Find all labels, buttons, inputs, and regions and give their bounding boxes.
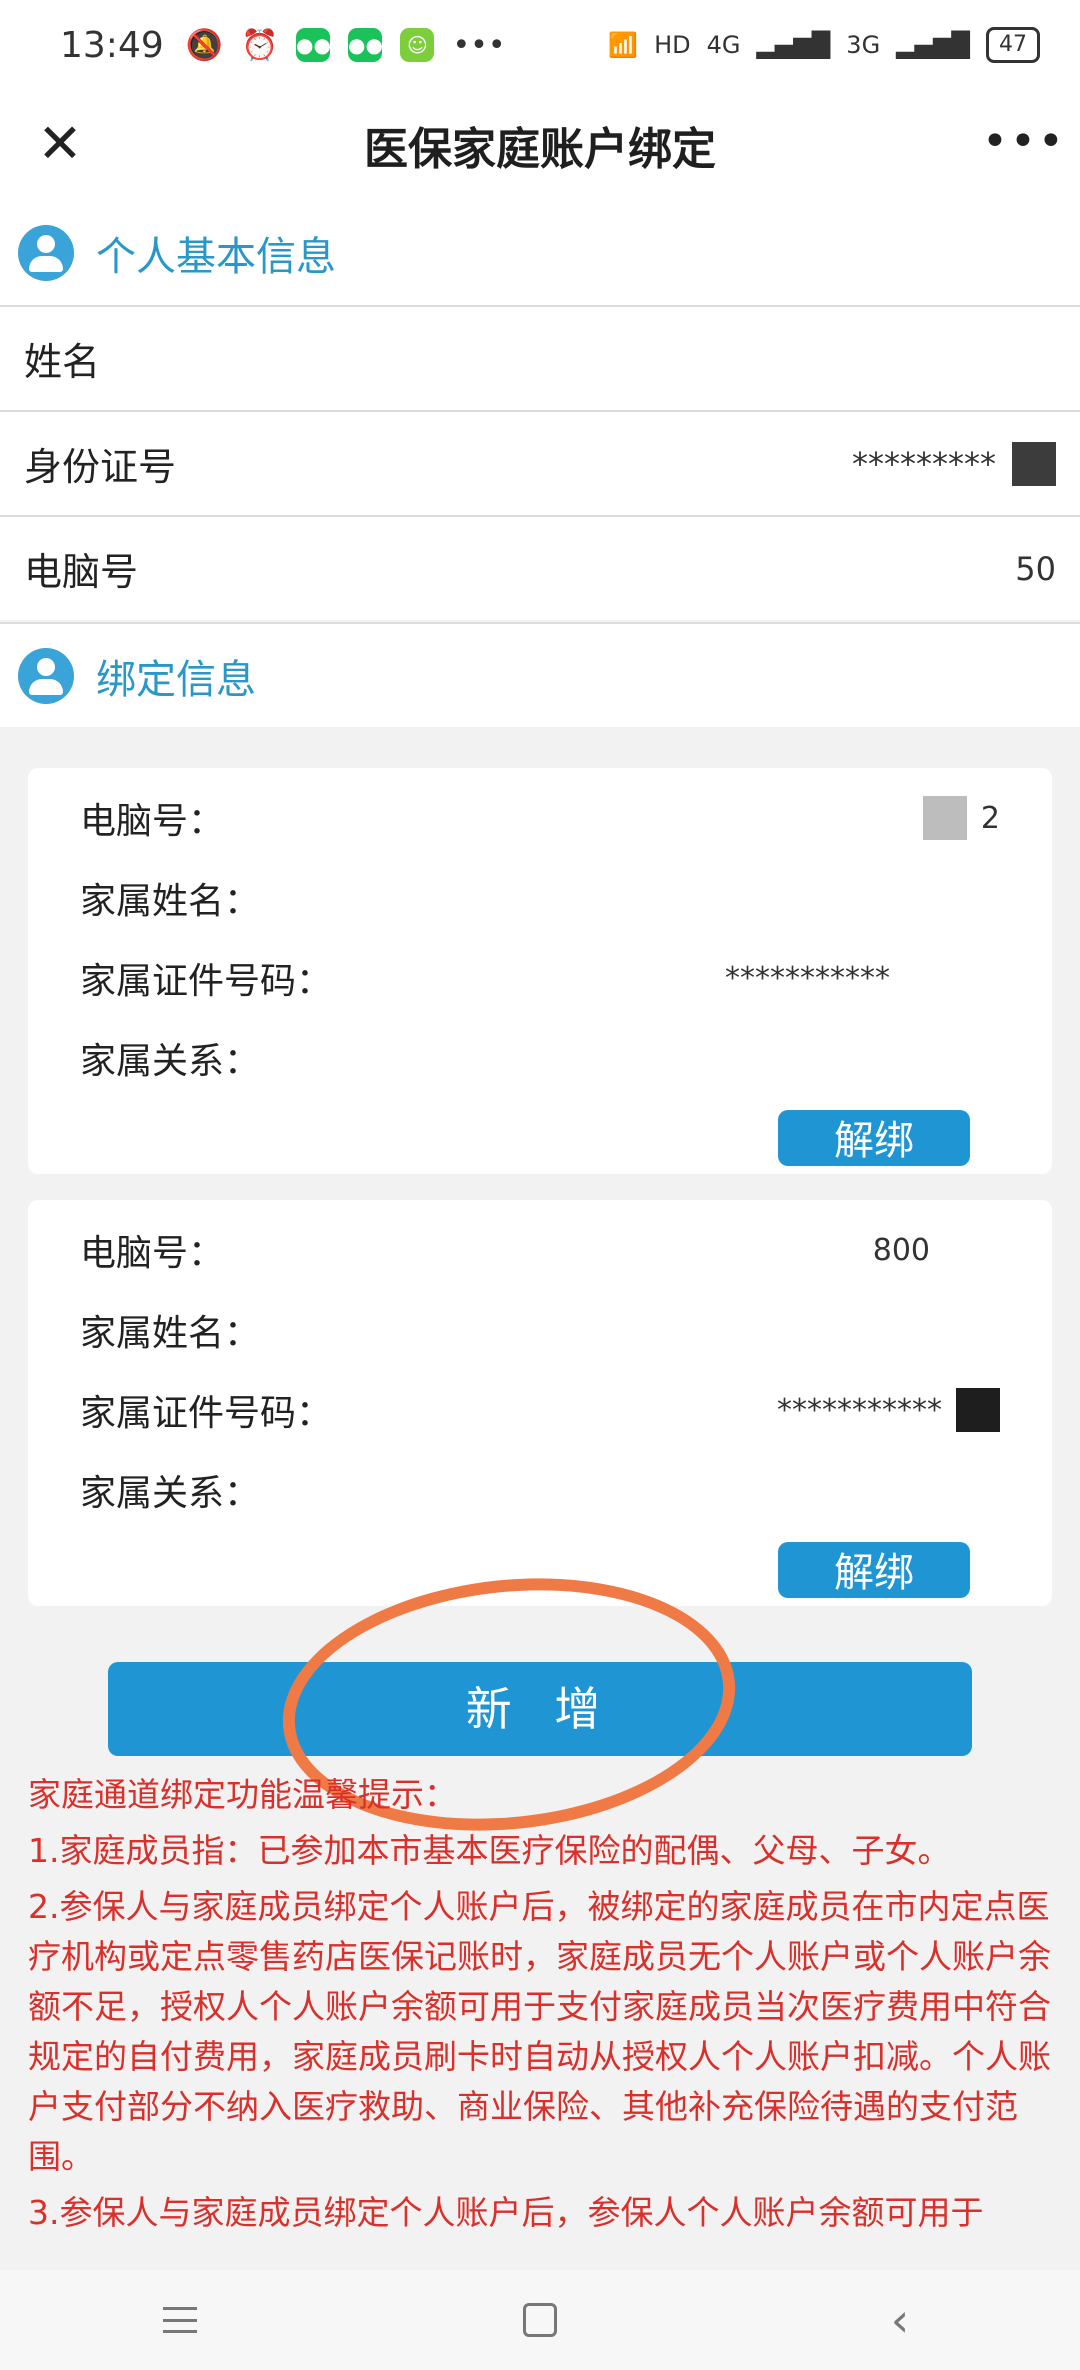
card-relation: 家属关系：	[80, 1460, 1000, 1520]
app-icon: ☺	[400, 28, 435, 62]
user-icon	[18, 224, 74, 281]
hd-badge: HD	[654, 31, 691, 59]
wifi-icon: 📶	[608, 31, 639, 59]
row-value: *********	[852, 441, 1056, 486]
unbind-button[interactable]: 解绑	[778, 1110, 970, 1166]
notice-item: 1.家庭成员指：已参加本市基本医疗保险的配偶、父母、子女。	[28, 1831, 951, 1870]
system-nav-bar: ‹	[0, 2270, 1080, 2370]
page-title: 医保家庭账户绑定	[364, 124, 716, 175]
signal-icon: ▂▄▆█	[896, 31, 970, 59]
close-icon[interactable]: ✕	[28, 112, 92, 176]
home-icon	[523, 2303, 557, 2337]
unbind-button[interactable]: 解绑	[778, 1542, 970, 1598]
menu-icon	[163, 2307, 197, 2333]
battery-icon: 47	[986, 27, 1040, 63]
card-value: ***********	[725, 960, 890, 996]
status-bar: 13:49 🔕 ⏰ ●● ●● ☺ ••• 📶 HD 4G ▂▄▆█ 3G ▂▄…	[0, 0, 1080, 90]
signal-icon: ▂▄▆█	[756, 31, 831, 59]
card-relative-id: 家属证件号码： ***********	[80, 1380, 1000, 1440]
wechat-icon: ●●	[348, 28, 383, 62]
redaction-box	[956, 1388, 1000, 1432]
binding-card: 电脑号： 2 家属姓名： 家属证件号码： *********** 家属关系： 解…	[28, 768, 1052, 1174]
card-label: 家属姓名：	[80, 1313, 261, 1354]
row-name: 姓名	[0, 305, 1080, 410]
back-button[interactable]: ‹	[855, 2280, 945, 2360]
user-icon	[18, 647, 74, 704]
card-value: ***********	[777, 1388, 1000, 1432]
wechat-icon: ●●	[296, 28, 331, 62]
notice-title: 家庭通道绑定功能温馨提示：	[28, 1775, 457, 1814]
card-computer-no: 电脑号： 2	[80, 788, 1000, 848]
card-relative-id: 家属证件号码： ***********	[80, 948, 1000, 1008]
card-label: 家属关系：	[80, 1473, 261, 1514]
more-icon[interactable]: •••	[982, 112, 1064, 176]
card-label: 家属姓名：	[80, 881, 261, 922]
add-button[interactable]: 新 增	[108, 1662, 972, 1756]
row-id-number: 身份证号 *********	[0, 410, 1080, 515]
id-number-value: *********	[852, 444, 996, 483]
row-label: 身份证号	[24, 445, 177, 489]
alarm-icon: ⏰	[241, 27, 279, 63]
nav-bar: ✕ 医保家庭账户绑定 •••	[0, 90, 1080, 200]
notice-item: 3.参保人与家庭成员绑定个人账户后，参保人个人账户余额可用于	[28, 2193, 984, 2232]
card-label: 家属关系：	[80, 1041, 261, 1082]
row-label: 姓名	[24, 340, 101, 384]
binding-card: 电脑号： 800 家属姓名： 家属证件号码： *********** 家属关系：…	[28, 1200, 1052, 1606]
card-label: 电脑号：	[80, 1233, 225, 1274]
network-3g: 3G	[846, 31, 881, 59]
card-relative-name: 家属姓名：	[80, 868, 1000, 928]
notice: 家庭通道绑定功能温馨提示： 1.家庭成员指：已参加本市基本医疗保险的配偶、父母、…	[28, 1770, 1058, 2244]
menu-button[interactable]	[135, 2280, 225, 2360]
more-icon: •••	[452, 27, 506, 63]
section-title: 绑定信息	[96, 656, 256, 703]
card-value: 800	[872, 1232, 930, 1268]
card-label: 电脑号：	[80, 801, 225, 842]
notice-item: 2.参保人与家庭成员绑定个人账户后，被绑定的家庭成员在市内定点医疗机构或定点零售…	[28, 1887, 1051, 2176]
card-relation: 家属关系：	[80, 1028, 1000, 1088]
card-relative-name: 家属姓名：	[80, 1300, 1000, 1360]
network-4g: 4G	[706, 31, 741, 59]
row-value: 50	[1015, 549, 1056, 588]
mute-icon: 🔕	[185, 27, 224, 63]
section-binding-info: 绑定信息	[0, 622, 1080, 727]
section-title: 个人基本信息	[96, 233, 336, 280]
redaction-box	[1012, 441, 1056, 486]
status-right: 📶 HD 4G ▂▄▆█ 3G ▂▄▆█ 47	[608, 27, 1040, 63]
back-icon: ‹	[890, 2293, 910, 2347]
card-computer-no: 电脑号： 800	[80, 1220, 1000, 1280]
card-label: 家属证件号码：	[80, 1393, 333, 1434]
card-value: 2	[922, 796, 1000, 840]
home-button[interactable]	[495, 2280, 585, 2360]
row-computer-number: 电脑号 50	[0, 515, 1080, 620]
status-time: 13:49	[60, 24, 164, 66]
row-label: 电脑号	[24, 550, 139, 594]
section-personal-info: 个人基本信息	[0, 200, 1080, 305]
redaction-box	[922, 796, 967, 840]
card-label: 家属证件号码：	[80, 961, 333, 1002]
